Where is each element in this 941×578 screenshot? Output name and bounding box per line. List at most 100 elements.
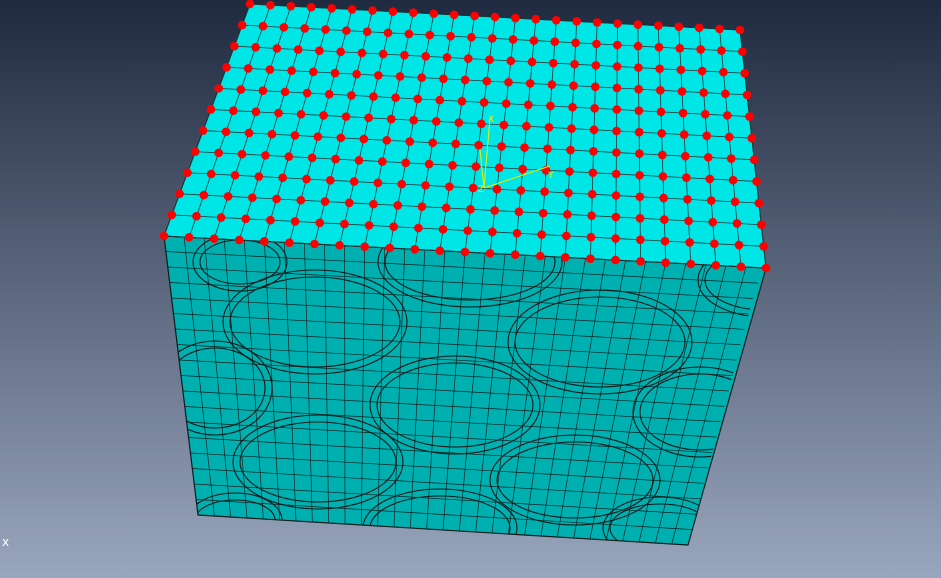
node-marker[interactable] [742,90,752,100]
node-marker[interactable] [349,177,359,186]
node-marker[interactable] [682,173,691,183]
node-marker[interactable] [341,112,351,121]
node-marker[interactable] [700,109,710,119]
node-marker[interactable] [752,177,761,186]
node-marker[interactable] [463,226,473,235]
node-marker[interactable] [592,39,601,49]
node-marker[interactable] [373,178,383,188]
node-marker[interactable] [567,124,576,133]
node-marker[interactable] [754,198,764,208]
node-marker[interactable] [745,112,754,121]
node-marker[interactable] [451,139,460,149]
node-marker[interactable] [222,62,231,72]
node-marker[interactable] [467,32,476,42]
node-marker[interactable] [715,24,724,34]
node-marker[interactable] [591,61,601,70]
node-marker[interactable] [702,131,712,141]
node-marker[interactable] [654,21,663,30]
node-marker[interactable] [245,0,255,9]
node-marker[interactable] [395,72,405,81]
node-marker[interactable] [460,75,470,85]
node-marker[interactable] [417,73,427,82]
node-marker[interactable] [260,237,269,246]
node-marker[interactable] [266,0,275,10]
node-marker[interactable] [612,105,622,114]
node-marker[interactable] [209,234,219,243]
node-marker[interactable] [538,208,548,218]
node-marker[interactable] [251,107,261,117]
node-marker[interactable] [611,255,620,265]
node-marker[interactable] [221,127,231,137]
node-marker[interactable] [756,220,766,230]
node-marker[interactable] [658,150,667,160]
node-marker[interactable] [216,213,226,222]
node-marker[interactable] [518,164,527,174]
node-marker[interactable] [612,126,621,136]
node-marker[interactable] [612,62,622,71]
node-marker[interactable] [429,9,439,19]
node-marker[interactable] [383,28,393,38]
node-marker[interactable] [267,129,277,139]
node-marker[interactable] [730,197,740,207]
node-marker[interactable] [413,94,423,104]
node-marker[interactable] [563,210,572,219]
node-marker[interactable] [543,144,552,154]
node-marker[interactable] [710,239,719,249]
node-marker[interactable] [183,168,192,178]
node-marker[interactable] [254,172,264,181]
node-marker[interactable] [393,201,403,210]
node-marker[interactable] [360,242,369,251]
node-marker[interactable] [522,121,531,131]
node-marker[interactable] [540,187,549,197]
node-marker[interactable] [409,8,418,17]
node-marker[interactable] [369,199,378,209]
node-marker[interactable] [546,101,555,111]
node-marker[interactable] [586,232,596,242]
node-marker[interactable] [310,239,319,249]
node-marker[interactable] [565,167,574,176]
node-marker[interactable] [382,136,392,145]
node-marker[interactable] [354,156,364,165]
node-marker[interactable] [352,69,361,79]
node-marker[interactable] [336,47,345,57]
node-marker[interactable] [244,128,254,138]
node-marker[interactable] [414,223,423,233]
node-marker[interactable] [660,236,670,246]
node-marker[interactable] [636,235,645,245]
node-marker[interactable] [633,20,643,29]
node-marker[interactable] [711,261,721,270]
node-marker[interactable] [529,36,539,45]
node-marker[interactable] [369,92,378,101]
node-marker[interactable] [274,108,283,118]
node-marker[interactable] [230,41,239,51]
node-marker[interactable] [482,76,492,86]
node-marker[interactable] [335,241,344,250]
node-marker[interactable] [409,115,419,125]
node-marker[interactable] [214,84,224,93]
node-marker[interactable] [655,64,664,74]
node-marker[interactable] [302,88,312,98]
node-marker[interactable] [389,222,399,232]
node-marker[interactable] [724,132,734,142]
node-marker[interactable] [214,148,223,158]
node-marker[interactable] [321,25,330,34]
node-marker[interactable] [514,207,524,217]
node-marker[interactable] [527,57,537,67]
node-marker[interactable] [237,20,247,30]
node-marker[interactable] [327,4,336,13]
node-marker[interactable] [569,81,578,90]
node-marker[interactable] [290,131,300,140]
node-marker[interactable] [683,194,692,204]
node-marker[interactable] [167,210,177,220]
node-marker[interactable] [457,96,467,106]
node-marker[interactable] [719,67,728,77]
node-marker[interactable] [611,169,621,179]
node-marker[interactable] [588,168,598,178]
node-marker[interactable] [431,117,441,126]
node-marker[interactable] [272,44,282,53]
node-marker[interactable] [508,35,518,44]
node-marker[interactable] [659,193,668,203]
node-marker[interactable] [686,259,696,269]
node-marker[interactable] [589,146,598,156]
node-marker[interactable] [550,37,560,46]
